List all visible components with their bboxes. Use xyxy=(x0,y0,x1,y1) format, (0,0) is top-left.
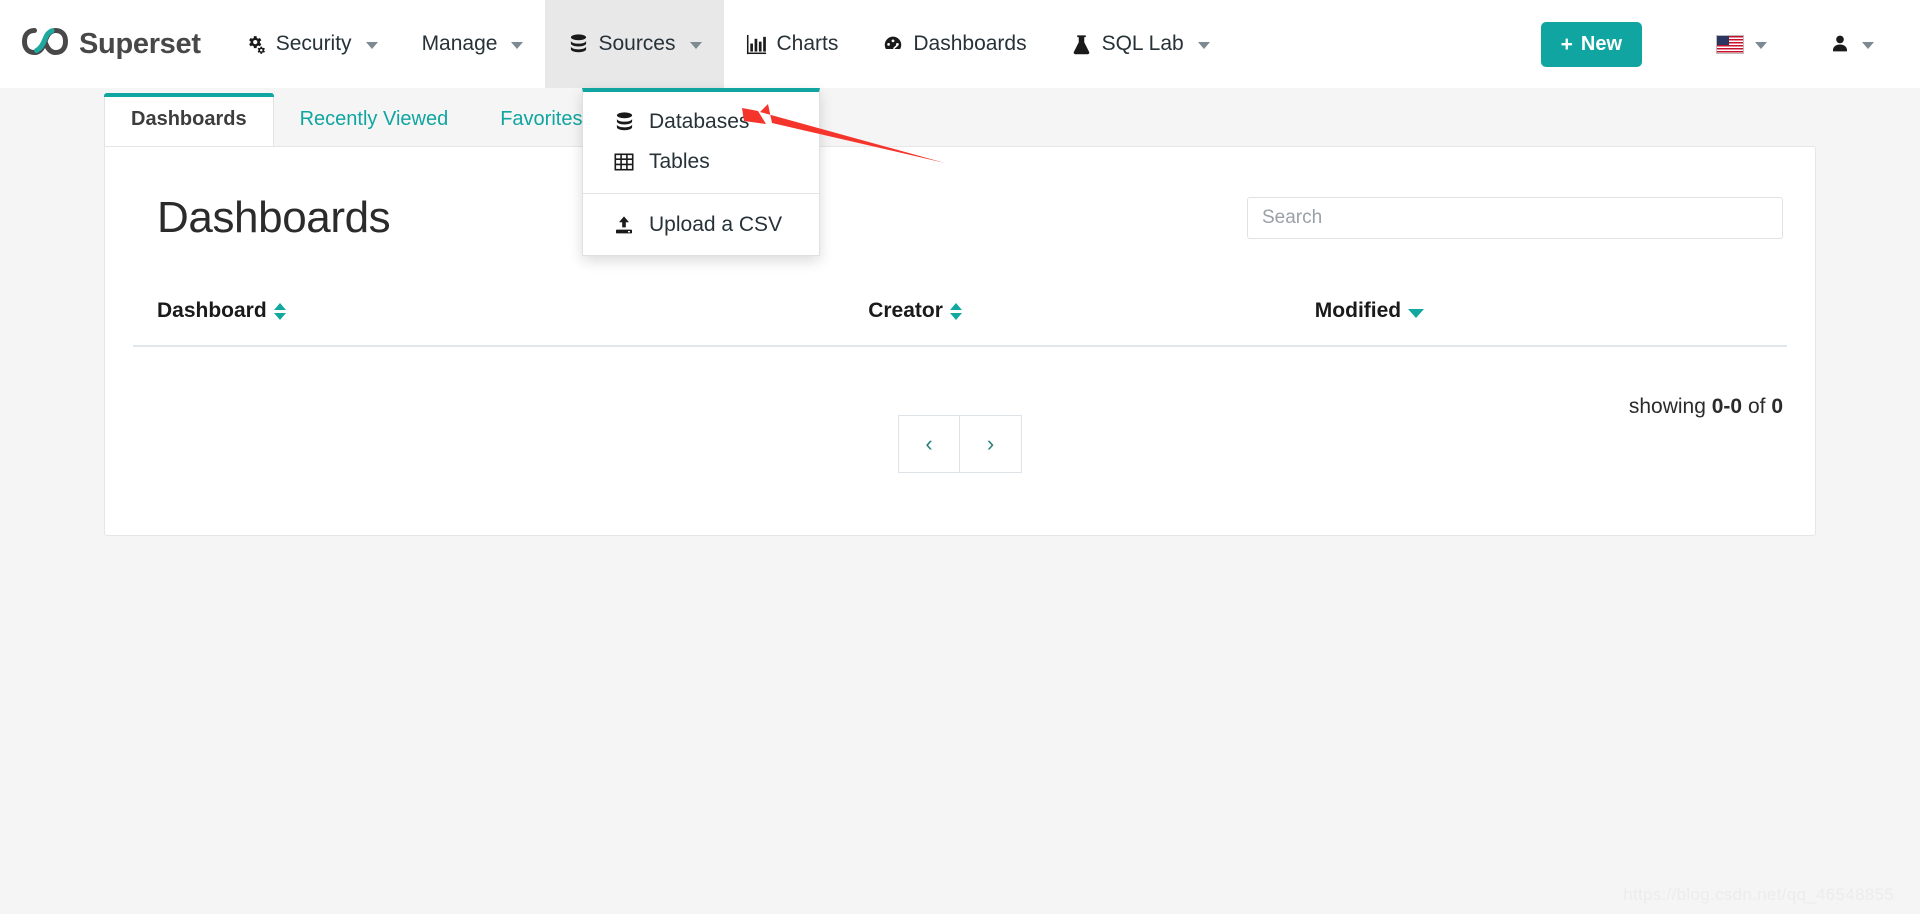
dropdown-item-tables[interactable]: Tables xyxy=(583,142,819,182)
tab-label: Favorites xyxy=(500,108,583,130)
chevron-down-icon xyxy=(689,42,702,49)
nav-item-dashboards[interactable]: Dashboards xyxy=(860,0,1048,88)
table-header: Dashboard Creator Modified xyxy=(133,293,1787,347)
nav-item-charts[interactable]: Charts xyxy=(724,0,861,88)
dashboards-card: Dashboards Dashboard Creator xyxy=(104,146,1816,536)
plus-icon: + xyxy=(1560,32,1573,56)
dropdown-divider xyxy=(583,193,819,194)
dropdown-item-label: Tables xyxy=(649,150,710,173)
column-header-dashboard[interactable]: Dashboard xyxy=(133,293,845,347)
showing-prefix: showing xyxy=(1628,395,1706,418)
tab-label: Recently Viewed xyxy=(299,108,449,130)
tab-dashboards[interactable]: Dashboards xyxy=(104,93,274,146)
chevron-down-icon xyxy=(1197,42,1210,49)
dashboards-table: Dashboard Creator Modified xyxy=(133,293,1787,347)
column-header-modified[interactable]: Modified xyxy=(1290,293,1787,347)
nav-item-label: SQL Lab xyxy=(1101,32,1184,55)
dropdown-item-upload-csv[interactable]: Upload a CSV xyxy=(583,205,819,245)
dropdown-item-label: Databases xyxy=(649,110,750,133)
search-input[interactable] xyxy=(1247,197,1783,239)
upload-icon xyxy=(613,215,635,235)
dropdown-item-databases[interactable]: Databases xyxy=(583,102,819,142)
showing-range: 0-0 xyxy=(1711,395,1743,418)
card-header: Dashboards xyxy=(133,193,1787,243)
pagination-next-button[interactable]: › xyxy=(960,415,1022,473)
navbar-right-group: + New xyxy=(1540,0,1894,88)
user-menu[interactable] xyxy=(1809,0,1894,88)
dropdown-item-label: Upload a CSV xyxy=(649,213,783,236)
table-grid-icon xyxy=(613,152,635,172)
chevron-down-icon xyxy=(1862,42,1874,49)
table-header-row: Dashboard Creator Modified xyxy=(133,293,1787,347)
nav-item-label: Security xyxy=(275,32,352,55)
table-footer: showing 0-0 of 0 ‹ › xyxy=(133,373,1787,493)
user-icon xyxy=(1829,33,1851,55)
pagination-prev-button[interactable]: ‹ xyxy=(898,415,960,473)
nav-item-label: Manage xyxy=(421,32,498,55)
brand-logo-link[interactable]: Superset xyxy=(21,27,201,61)
nav-items: Security Manage Sources Charts Dashboard… xyxy=(223,0,1232,88)
tab-recently-viewed[interactable]: Recently Viewed xyxy=(274,94,475,146)
tab-bar: Dashboards Recently Viewed Favorites xyxy=(0,88,1920,146)
tab-label: Dashboards xyxy=(131,108,247,130)
nav-item-label: Sources xyxy=(598,32,676,55)
infinity-logo-icon xyxy=(21,27,69,60)
sources-dropdown-menu: Databases Tables Upload a CSV xyxy=(582,88,820,256)
nav-item-label: Charts xyxy=(776,32,839,55)
nav-item-sql-lab[interactable]: SQL Lab xyxy=(1049,0,1232,88)
sort-both-icon xyxy=(949,302,962,320)
nav-item-security[interactable]: Security xyxy=(223,0,400,88)
showing-total: 0 xyxy=(1771,395,1783,418)
new-button-label: New xyxy=(1580,32,1622,55)
pagination: ‹ › xyxy=(898,415,1022,473)
nav-item-label: Dashboards xyxy=(913,32,1027,55)
gears-icon xyxy=(245,33,267,55)
column-header-label: Modified xyxy=(1314,299,1402,322)
nav-item-sources[interactable]: Sources xyxy=(545,0,724,88)
showing-middle: of xyxy=(1747,395,1766,418)
brand-name: Superset xyxy=(79,27,201,60)
watermark: https://blog.csdn.net/qq_46548855 xyxy=(1623,885,1894,904)
us-flag-icon xyxy=(1716,34,1744,54)
column-header-label: Dashboard xyxy=(157,299,267,322)
language-selector[interactable] xyxy=(1696,0,1787,88)
sort-both-icon xyxy=(273,302,286,320)
column-header-label: Creator xyxy=(868,299,943,322)
database-icon xyxy=(613,111,635,133)
chevron-down-icon xyxy=(365,42,378,49)
flask-icon xyxy=(1071,33,1093,55)
bar-chart-icon xyxy=(746,33,768,55)
chevron-down-icon xyxy=(1755,42,1767,49)
nav-item-manage[interactable]: Manage xyxy=(400,0,546,88)
top-navbar: Superset Security Manage Sources Charts … xyxy=(0,0,1920,88)
page-title: Dashboards xyxy=(157,193,391,242)
new-button[interactable]: + New xyxy=(1540,21,1642,67)
showing-count: showing 0-0 of 0 xyxy=(1629,395,1783,419)
chevron-down-icon xyxy=(511,42,524,49)
sort-desc-icon xyxy=(1408,308,1425,318)
column-header-creator[interactable]: Creator xyxy=(844,293,1291,347)
gauge-icon xyxy=(882,33,904,55)
database-icon xyxy=(567,33,589,55)
